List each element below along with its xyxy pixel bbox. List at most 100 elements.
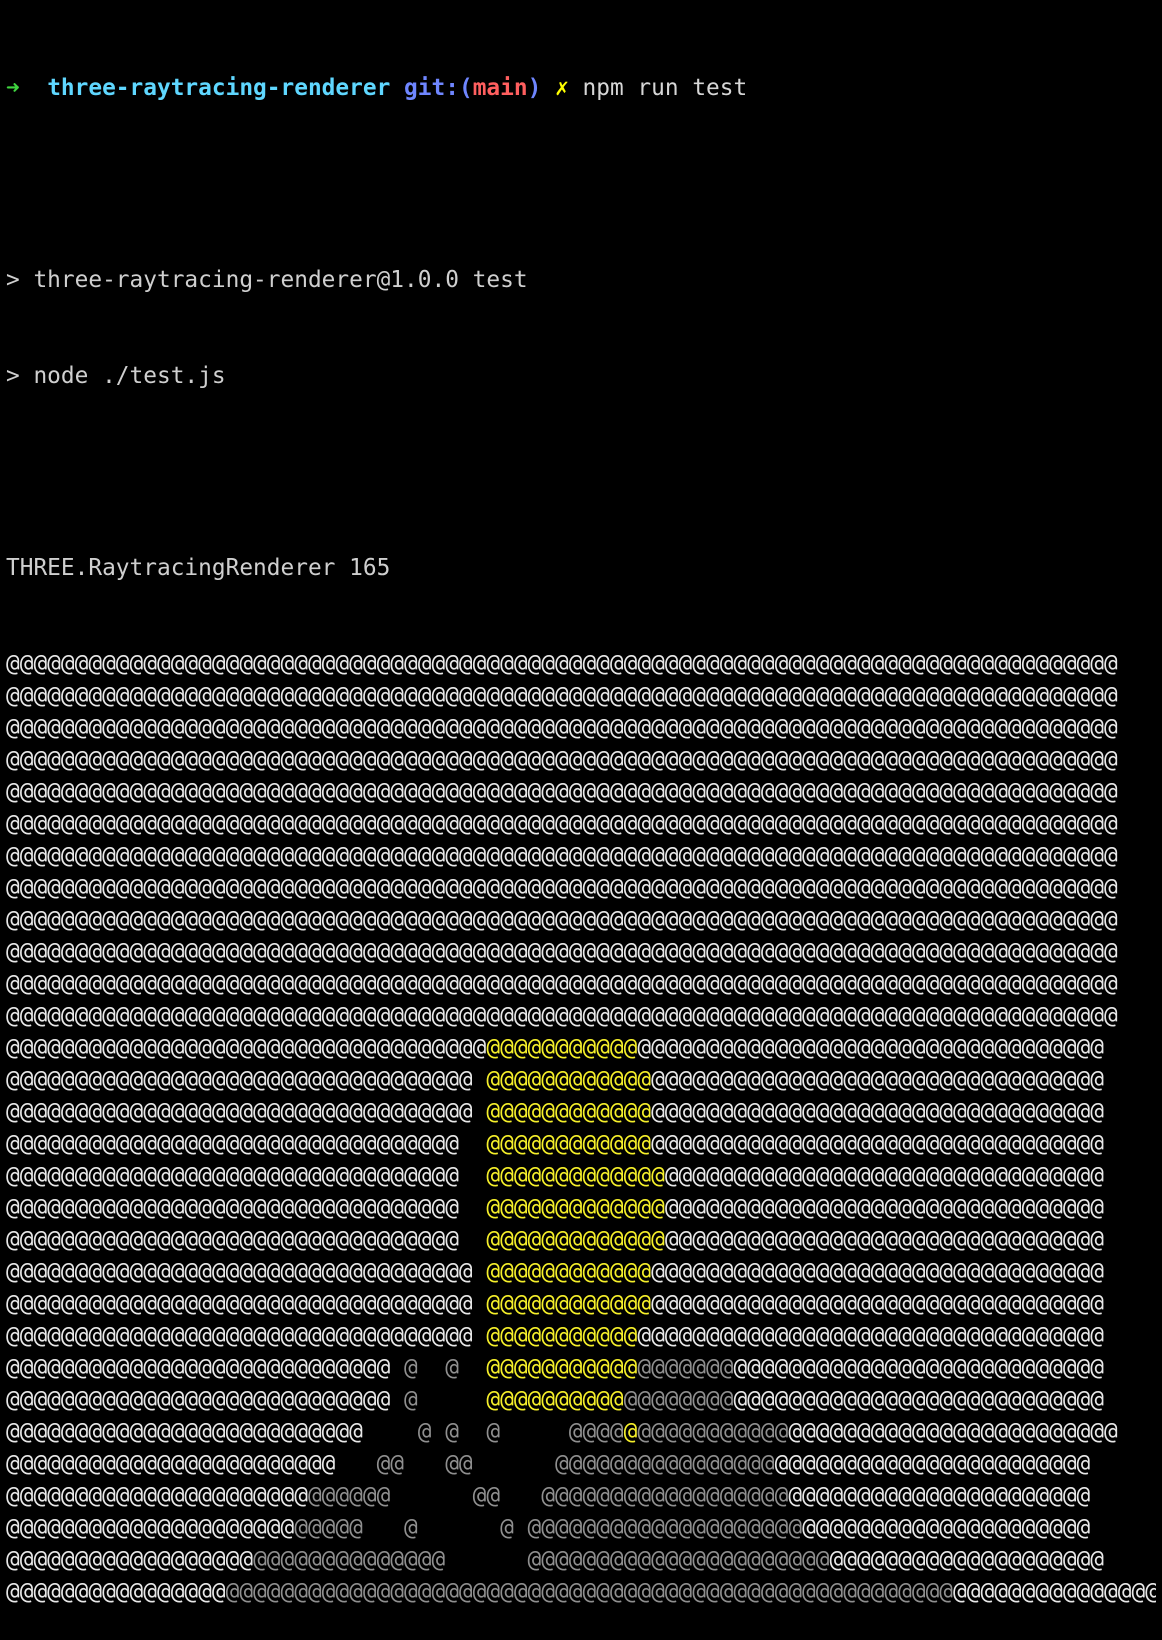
ascii-segment: @@@@@@@@@@@@@@@@@@@@@@@@@@@@@@@@@ [6,1227,487,1253]
ascii-render-output: @@@@@@@@@@@@@@@@@@@@@@@@@@@@@@@@@@@@@@@@… [6,648,1156,1608]
ascii-row: @@@@@@@@@@@@@@@@@@@@@@@@@@@@@@@@@@ @@@@@… [6,1064,1156,1096]
ascii-segment: @@@@@@@@@@@@ [486,1291,652,1317]
ascii-row: @@@@@@@@@@@@@@@@@@@@@@@@@@@@@@@@@@@@@@@@… [6,680,1156,712]
npm-script-header: > three-raytracing-renderer@1.0.0 test [6,267,528,293]
ascii-segment: @@@@@@@@@@@@@@@@@@@@@@@@@@@@@@@@@@@@@@@@… [6,747,1118,773]
ascii-segment: @@@@@@@@@@@ [486,1323,638,1349]
ascii-row: @@@@@@@@@@@@@@@@@@@@@@@@@@@@ @ @ @@@@@@@… [6,1352,1156,1384]
dirty-mark-icon: ✗ [555,75,569,101]
ascii-segment: @@@@@@@@@@@@ [486,1259,652,1285]
ascii-row: @@@@@@@@@@@@@@@@@@@@@@@@@@@@@@@@@@@@@@@@… [6,840,1156,872]
ascii-segment: @@@@@@@@ [623,1387,734,1413]
ascii-segment: @@@@@@@@@@@@@@@@@@@@@@@@@@@@@@@@@@@@@@@@… [225,1579,954,1605]
ascii-segment: @@@@@@@@@@@@@@@@@@@@@@@@@@@@@@@@@@@@@@@@… [6,843,1118,869]
ascii-segment: @@@@@@@@@@@@@@@@@@@@@@@@@@@@@@@@@@@@@@@@… [6,971,1118,997]
ascii-row: @@@@@@@@@@@@@@@@@@@@@@@@ @@ @@ @@@@@@@@@… [6,1448,1156,1480]
ascii-segment: @ @ @ @@@@ [417,1419,624,1445]
ascii-segment: @@@@@@@@@@@@@@@@@@@@@@@@@@@@@@@@@@ [6,1291,487,1317]
ascii-row: @@@@@@@@@@@@@@@@@@@@@@@@@@@@@@@@@@ @@@@@… [6,1096,1156,1128]
ascii-segment: @@@@@@@@@@@@@@@@@@@@@@ [6,1483,308,1509]
ascii-row: @@@@@@@@@@@@@@@@@@@@@@@@@@@@@@@@@@@@@@@@… [6,808,1156,840]
ascii-segment: @@@@@@@@@@@@@@@@@@@@@ [802,1515,1091,1541]
ascii-segment: @@ @@ @@@@@@@@@@@@@@@@ [376,1451,775,1477]
ascii-segment: @@@@@@@@@@@@@@@@@@@@@@@@@@@@@@@@@ [6,1163,487,1189]
ascii-segment: @@@@@@@@@@@@@@@@@@@@@@@@@@@@@@@@@@ [6,1259,487,1285]
ascii-segment: @@@@@@@@@@@@@@@@@@@@@@@@@@@@@@@@ [664,1227,1105,1253]
ascii-segment: @@@@@@@@@@@@@@@@@@@@@@@@@@@@@@@@@@@@@@@@… [6,939,1118,965]
ascii-row: @@@@@@@@@@@@@@@@@@@@@@@@@@@@@@@@@@@@@@@@… [6,712,1156,744]
ascii-segment: @@@@@ @ @ @@@@@@@@@@@@@@@@@@@@ [294,1515,803,1541]
ascii-segment: @@@@@@@@@@@@ [486,1099,652,1125]
ascii-segment: @@@@@@@@@@@@@@@@@@@@@@@@ [788,1419,1118,1445]
ascii-segment: @@@@@@@@@@@@@@@@ [6,1579,226,1605]
ascii-segment: @ [623,1419,638,1445]
ascii-segment: @@@@@@@@@@@@@@@@@@@@@@ [788,1483,1091,1509]
prompt-arrow-icon: ➜ [6,75,20,101]
ascii-row: @@@@@@@@@@@@@@@@@@@@@@@@@@@@@@@@@@@@@@@@… [6,776,1156,808]
ascii-row: @@@@@@@@@@@@@@@@@@@@@@@@@@@@@@@@@@@@@@@@… [6,936,1156,968]
ascii-row: @@@@@@@@@@@@@@@@@@@@@@@@@@@@@@@@@@@@@@@@… [6,968,1156,1000]
ascii-row: @@@@@@@@@@@@@@@@@@@@@@@@@@@@@@@@@@@@@@@@… [6,744,1156,776]
ascii-segment: @@@@@@@@@@@@@@@@@@@@@@@@@@@@@@@@@@ [637,1035,1105,1061]
ascii-segment: @@@@@@@@@@@@@@@@@@@@@@@@@@@@@@@@ [664,1163,1105,1189]
terminal-window[interactable]: ➜ three-raytracing-renderer git:(main) ✗… [6,8,1156,1605]
ascii-segment: @@@@@@@@@@ [486,1387,624,1413]
prompt-paren-close: ) [527,75,542,101]
ascii-segment: @@@@@@@@@@@@@@@@@@ [6,1547,254,1573]
ascii-segment: @@@@@@@@@@@@ [486,1067,652,1093]
ascii-segment: @@@@@@@@@@@@@@@ [953,1579,1156,1605]
ascii-segment: @@@@@@@@@@@@@@@@@@@@@ [6,1515,295,1541]
renderer-version-line: THREE.RaytracingRenderer 165 [6,555,391,581]
ascii-segment: @@@@@@@@@@@@@ [486,1227,665,1253]
ascii-row: @@@@@@@@@@@@@@@@@@@@@@@@@@@@@@@@@@ @@@@@… [6,1288,1156,1320]
ascii-row: @@@@@@@@@@@@@@@@@@@@@@@@@@ @ @ @ @@@@@@@… [6,1416,1156,1448]
ascii-segment: @@@@@@@@@@@@@@@@@@@@@@@@@@@@@@@@@ [6,1195,487,1221]
ascii-segment: @@@@@@@@@@@@@@ @@@@@@@@@@@@@@@@@@@@@@ [253,1547,830,1573]
ascii-row: @@@@@@@@@@@@@@@@@@@@@@@@@@@@@@@@@@@@@@@@… [6,872,1156,904]
ascii-row: @@@@@@@@@@@@@@@@@@@@@@@@@@ @ @ @@@@@@@@@… [6,1512,1156,1544]
ascii-segment: @@@@@@@@@@@@@@@@@@@@@@@@@@@@@@@@@@@@@@@@… [6,907,1118,933]
ascii-segment: @@@@@@@@@@@ [637,1419,789,1445]
prompt-branch: main [472,75,528,101]
prompt-directory: three-raytracing-renderer [47,75,391,101]
ascii-segment: @@@@@@@@@@@@@@@@@@@@@@@@@@@@@@@@@@@@@@@@… [6,683,1118,709]
prompt-line: ➜ three-raytracing-renderer git:(main) ✗… [6,72,1156,104]
ascii-row: @@@@@@@@@@@@@@@@@@@@@@@@@@@@ @ @@@@@@@@@… [6,1384,1156,1416]
ascii-segment: @@@@@@@@@@@@@@@@@@@@@@@@@@@@@@@@@ [651,1099,1104,1125]
ascii-row: @@@@@@@@@@@@@@@@@@@@@@@@@@@@@@@@@@ @@@@@… [6,1256,1156,1288]
ascii-segment: @@@@@@@@@@@@@@@@@@@@@@@@@@@@@@@@@@@@@@@@… [6,651,1118,677]
prompt-paren-open: ( [458,75,473,101]
ascii-segment: @@@@@@@@@@@@@@@@@@@@@@@@@@@@@@@@@ [651,1067,1104,1093]
ascii-segment: @@@@@@@@@@@@@@@@@@@@@@@@ [6,1451,377,1477]
ascii-row: @@@@@@@@@@@@@@@@@@@@@@@@@@@@@@@@@@ @@@@@… [6,1320,1156,1352]
ascii-row: @@@@@@@@@@@@@@@@@@@@@@@@@@@@@@@@@ @@@@@@… [6,1128,1156,1160]
ascii-row: @@@@@@@@@@@@@@@@@@@@@@@@@@@@@@@@@ @@@@@@… [6,1160,1156,1192]
ascii-row: @@@@@@@@@@@@@@@@@@@@@@@@@@@@@@@@ @@@@@@@… [6,1544,1156,1576]
ascii-segment: @@@@@@@@@@@ [486,1035,638,1061]
ascii-row: @@@@@@@@@@@@@@@@@@@@@@@@@@@@@@@@@@@@@@@@… [6,1032,1156,1064]
ascii-segment: @@@@@@@@@@@@@@@@@@@@@@@@@@@@@@@@@ [651,1291,1104,1317]
ascii-segment: @@@@@@@@@@@@@@@@@@@@ [829,1547,1105,1573]
ascii-segment: @@@@@@ @@ @@@@@@@@@@@@@@@@@@ [307,1483,789,1509]
ascii-segment: @@@@@@@@@@@@@@@@@@@@@@@@@@@@@@@@@ [6,1131,487,1157]
typed-command: npm run test [582,75,748,101]
ascii-segment: @@@@@@@@@@@@@@@@@@@@@@@@@@@@@@@@@ [651,1131,1104,1157]
ascii-segment: @ [390,1387,487,1413]
ascii-row: @@@@@@@@@@@@@@@@@@@@@@@@@@@@@@@@@ @@@@@@… [6,1224,1156,1256]
ascii-segment: @@@@@@@@@@@@ [486,1131,652,1157]
ascii-segment: @@@@@@@@@@@@@@@@@@@@@@@@@@@@ [6,1387,391,1413]
ascii-segment: @@@@@@@@@@@@@@@@@@@@@@@@@@@@@@@@@@@@@@@@… [6,811,1118,837]
ascii-segment: @@@@@@@ [637,1355,734,1381]
ascii-segment: @ @ [390,1355,487,1381]
ascii-segment: @@@@@@@@@@@@@@@@@@@@@@@@@@@@@@@@@@ [6,1323,487,1349]
ascii-segment: @@@@@@@@@@@@@@@@@@@@@@@@@@@@@@@@@@ [6,1099,487,1125]
ascii-segment: @@@@@@@@@@@@@@@@@@@@@@@@@@@@@@@@@@ [6,1067,487,1093]
ascii-segment: @@@@@@@@@@@@@@@@@@@@@@@@@@@ [733,1387,1105,1413]
ascii-segment: @@@@@@@@@@@@@@@@@@@@@@@@@@@@@@@@@@@ [6,1035,487,1061]
ascii-segment: @@@@@@@@@@@@@ [486,1163,665,1189]
ascii-segment: @@@@@@@@@@@@@@@@@@@@@@@@@@@@@@@@ [664,1195,1105,1221]
npm-script-command: > node ./test.js [6,363,226,389]
ascii-row: @@@@@@@@@@@@@@@@@@@@@@@@@@@@@@@@@ @@@@@@… [6,1192,1156,1224]
